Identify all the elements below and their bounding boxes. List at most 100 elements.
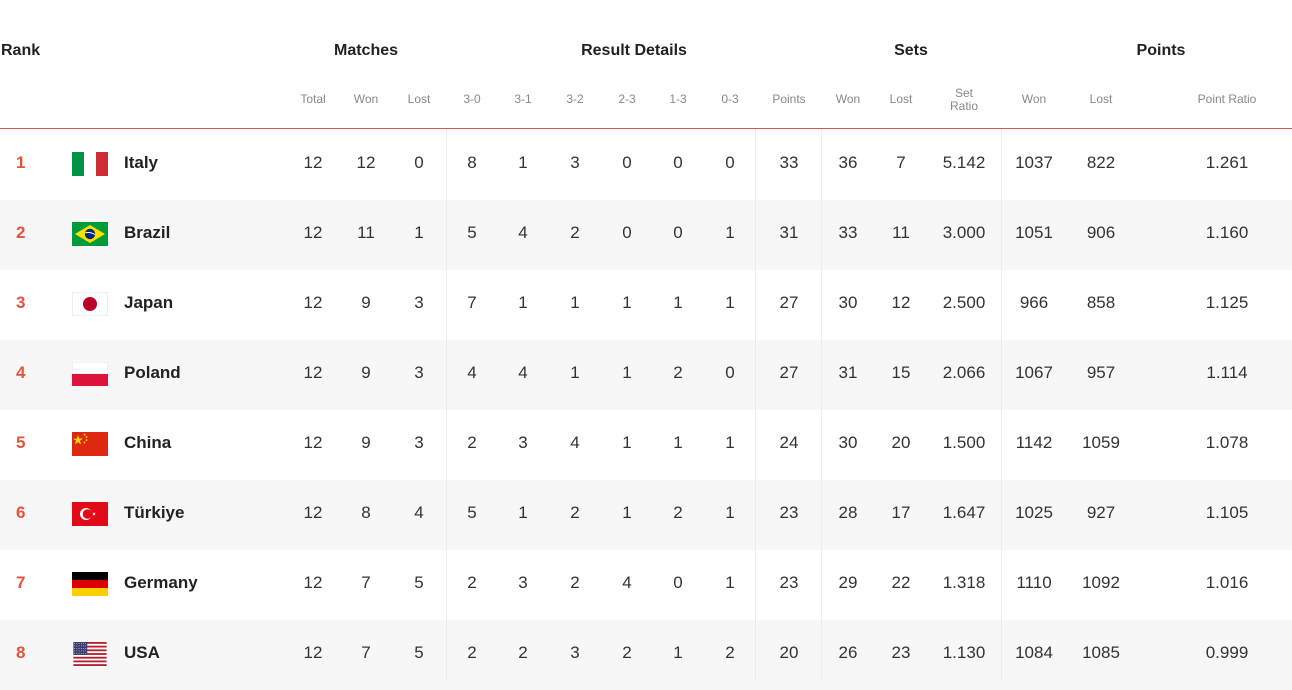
team-name[interactable]: Poland — [124, 340, 181, 410]
r13-cell: 1 — [673, 293, 683, 312]
table-row[interactable]: 5 China 12 9 3 2 3 4 1 1 1 24 30 20 1.500 1142 1059 1.078 — [0, 410, 1292, 480]
col-matches-total[interactable]: Total — [300, 93, 325, 106]
r23-cell: 1 — [622, 503, 632, 522]
point-ratio-cell: 1.114 — [1206, 363, 1248, 382]
col-points[interactable]: Points — [772, 93, 805, 106]
rank-cell: 3 — [16, 293, 26, 312]
col-result-2-3[interactable]: 2-3 — [618, 93, 635, 106]
sets-won-cell: 28 — [838, 503, 858, 522]
won-cell: 9 — [361, 433, 371, 452]
set-ratio-cell: 5.142 — [942, 153, 986, 172]
col-result-3-2[interactable]: 3-2 — [566, 93, 583, 106]
lost-cell: 1 — [414, 223, 424, 242]
rank-cell: 4 — [16, 363, 26, 382]
team-name[interactable]: Italy — [124, 130, 158, 200]
col-matches-lost[interactable]: Lost — [408, 93, 431, 106]
set-ratio-cell: 1.500 — [942, 433, 986, 452]
team-name[interactable]: Germany — [124, 550, 198, 620]
r31-cell: 3 — [518, 573, 528, 592]
table-row[interactable]: 3 Japan 12 9 3 7 1 1 1 1 1 27 30 12 2.500 966 858 1.125 — [0, 270, 1292, 340]
point-ratio-cell: 1.125 — [1205, 293, 1249, 312]
set-ratio-cell: 2.066 — [942, 363, 986, 382]
r31-cell: 1 — [518, 293, 528, 312]
table-row[interactable]: 1 Italy 12 12 0 8 1 3 0 0 0 33 36 7 5.142 1037 822 1.261 — [0, 130, 1292, 200]
table-row[interactable]: 4 Poland 12 9 3 4 4 1 1 2 0 27 31 15 2.066 1067 957 1.114 — [0, 340, 1292, 410]
sets-lost-cell: 12 — [891, 293, 911, 312]
sets-won-cell: 33 — [838, 223, 858, 242]
points-lost-cell: 858 — [1086, 293, 1116, 312]
r23-cell: 1 — [622, 363, 632, 382]
col-point-ratio[interactable]: Point Ratio — [1198, 93, 1257, 106]
team-name[interactable]: China — [124, 410, 171, 480]
r32-cell: 2 — [570, 503, 580, 522]
team-name[interactable]: Japan — [124, 270, 173, 340]
germany-flag-icon — [72, 572, 108, 596]
lost-cell: 4 — [414, 503, 424, 522]
lost-cell: 0 — [414, 153, 424, 172]
column-divider — [755, 129, 756, 680]
sets-won-cell: 29 — [838, 573, 858, 592]
rank-cell: 5 — [16, 433, 26, 452]
total-cell: 12 — [303, 573, 323, 592]
total-cell: 12 — [303, 363, 323, 382]
points-lost-cell: 1092 — [1082, 573, 1120, 592]
table-row[interactable]: 7 Germany 12 7 5 2 3 2 4 0 1 23 29 22 1.318 1110 1092 1.0… — [0, 550, 1292, 620]
col-result-1-3[interactable]: 1-3 — [669, 93, 686, 106]
table-row[interactable]: 2 Brazil 12 11 1 5 4 2 0 0 1 31 33 11 3.000 1051 906 1.16… — [0, 200, 1292, 270]
brazil-flag-icon — [72, 222, 108, 246]
points-won-cell: 966 — [1019, 293, 1049, 312]
r30-cell: 5 — [467, 503, 477, 522]
rank-cell: 6 — [16, 503, 26, 522]
points-won-cell: 1110 — [1016, 573, 1052, 592]
won-cell: 9 — [361, 363, 371, 382]
china-flag-icon — [72, 432, 108, 456]
points-lost-cell: 927 — [1086, 503, 1116, 522]
r30-cell: 7 — [467, 293, 477, 312]
points-lost-cell: 906 — [1086, 223, 1116, 242]
col-result-0-3[interactable]: 0-3 — [721, 93, 738, 106]
col-points-lost[interactable]: Lost — [1090, 93, 1113, 106]
r30-cell: 2 — [467, 573, 477, 592]
poland-flag-icon — [72, 362, 108, 386]
won-cell: 8 — [361, 503, 371, 522]
table-row[interactable]: 6 Türkiye 12 8 4 5 1 2 1 2 1 23 28 17 1.647 1025 927 1.10… — [0, 480, 1292, 550]
col-result-3-0[interactable]: 3-0 — [463, 93, 480, 106]
total-cell: 12 — [303, 503, 323, 522]
won-cell: 9 — [361, 293, 371, 312]
col-sets-lost[interactable]: Lost — [890, 93, 913, 106]
header-points: Points — [1136, 42, 1186, 59]
set-ratio-cell: 2.500 — [942, 293, 986, 312]
sets-won-cell: 30 — [838, 433, 858, 452]
points-won-cell: 1142 — [1015, 433, 1053, 452]
header-divider — [0, 128, 1292, 129]
won-cell: 11 — [357, 223, 375, 242]
lost-cell: 3 — [414, 293, 424, 312]
total-cell: 12 — [303, 223, 323, 242]
team-name[interactable]: Türkiye — [124, 480, 184, 550]
col-set-ratio[interactable]: Set Ratio — [944, 87, 984, 113]
rank-cell: 7 — [16, 573, 26, 592]
r13-cell: 1 — [673, 433, 683, 452]
points-cell: 27 — [779, 363, 799, 382]
col-result-3-1[interactable]: 3-1 — [514, 93, 531, 106]
point-ratio-cell: 1.261 — [1205, 153, 1249, 172]
turkiye-flag-icon — [72, 502, 108, 526]
lost-cell: 3 — [414, 363, 424, 382]
col-points-won[interactable]: Won — [1022, 93, 1046, 106]
team-name[interactable]: Brazil — [124, 200, 170, 270]
points-cell: 23 — [779, 503, 799, 522]
r13-cell: 0 — [673, 223, 683, 242]
rank-cell: 1 — [16, 153, 26, 172]
won-cell: 7 — [361, 573, 371, 592]
sets-lost-cell: 22 — [891, 573, 911, 592]
sets-lost-cell: 20 — [891, 433, 911, 452]
col-sets-won[interactable]: Won — [836, 93, 860, 106]
r13-cell: 2 — [673, 363, 683, 382]
col-matches-won[interactable]: Won — [354, 93, 378, 106]
points-won-cell: 1037 — [1015, 153, 1053, 172]
point-ratio-cell: 1.105 — [1205, 503, 1249, 522]
lost-cell: 3 — [414, 433, 424, 452]
r31-cell: 4 — [518, 223, 528, 242]
r13-cell: 0 — [673, 573, 683, 592]
column-divider — [821, 129, 822, 680]
